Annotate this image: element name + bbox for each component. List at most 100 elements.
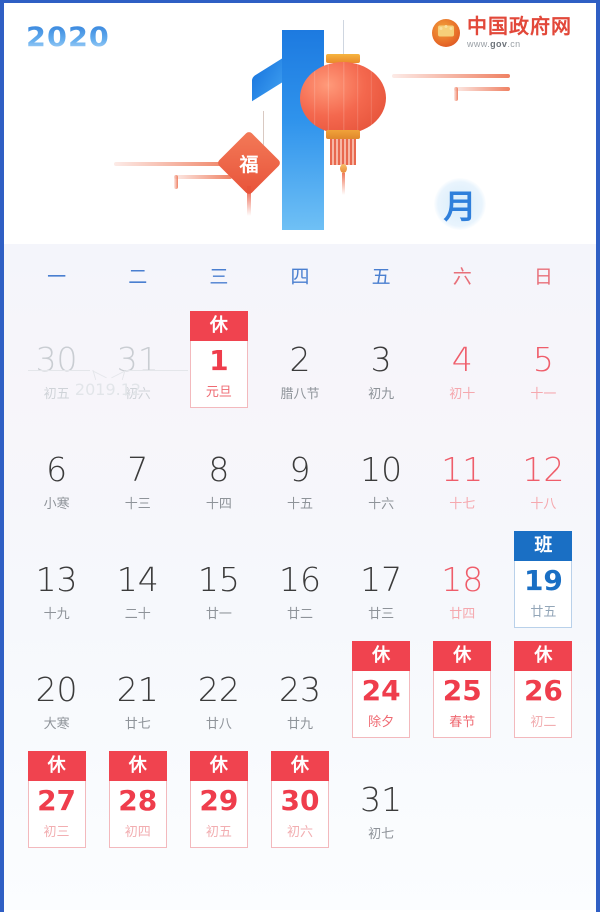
calendar-cell[interactable]: 休 30 初六 <box>259 744 340 854</box>
day-box-body: 26 初二 <box>514 671 573 738</box>
lunar-label: 腊八节 <box>280 387 320 402</box>
calendar-cell[interactable]: 31 初七 <box>341 744 422 854</box>
day-number: 17 <box>360 560 403 599</box>
lunar-label: 初三 <box>43 825 70 840</box>
lunar-label: 廿八 <box>205 717 232 732</box>
calendar-cell[interactable]: 21 廿七 <box>97 634 178 744</box>
day-number: 27 <box>37 784 77 817</box>
day-number: 11 <box>441 450 484 489</box>
month-label: 月 <box>443 187 477 226</box>
calendar-cell[interactable]: 13 十九 <box>16 524 97 634</box>
lunar-label: 十五 <box>286 497 313 512</box>
gov-url-bold: gov <box>490 39 508 49</box>
calendar-cell[interactable]: 休 29 初五 <box>178 744 259 854</box>
lunar-label: 初十 <box>449 387 476 402</box>
fu-charm-label: 福 <box>239 153 259 176</box>
month-label-badge: 月 <box>434 178 486 230</box>
day-number: 2 <box>289 340 311 379</box>
calendar-cell[interactable]: 16 廿二 <box>259 524 340 634</box>
rest-day-box: 休 27 初三 <box>27 751 86 848</box>
calendar-cell[interactable]: 休 24 除夕 <box>341 634 422 744</box>
calendar-cell-empty <box>503 744 584 854</box>
day-number: 7 <box>127 450 149 489</box>
lunar-label: 春节 <box>449 715 476 730</box>
weekday-header-row: 一二三四五六日 <box>4 246 596 304</box>
calendar-cell[interactable]: 20 大寒 <box>16 634 97 744</box>
weekday-header-6: 日 <box>533 265 553 288</box>
lunar-label: 二十 <box>124 607 151 622</box>
day-number: 5 <box>532 340 554 379</box>
rest-badge: 休 <box>189 311 248 341</box>
calendar-cell[interactable]: 9 十五 <box>259 414 340 524</box>
rest-day-box: 休 29 初五 <box>189 751 248 848</box>
day-number: 21 <box>116 670 159 709</box>
day-number: 14 <box>116 560 159 599</box>
calendar-cell[interactable]: 4 初十 <box>422 304 503 414</box>
calendar-cell[interactable]: 31 初六 <box>97 304 178 414</box>
weekday-header-2: 三 <box>209 265 229 288</box>
day-number: 30 <box>280 784 320 817</box>
cloud-motif-left <box>114 162 232 189</box>
lunar-label: 初六 <box>124 387 151 402</box>
calendar-cell[interactable]: 班 19 廿五 <box>503 524 584 634</box>
calendar-cell[interactable]: 休 1 元旦 <box>178 304 259 414</box>
rest-badge: 休 <box>108 751 167 781</box>
gov-logo[interactable]: 中国政府网 www.gov.cn <box>432 16 572 49</box>
lunar-label: 十三 <box>124 497 151 512</box>
calendar-cell[interactable]: 6 小寒 <box>16 414 97 524</box>
day-number: 9 <box>289 450 311 489</box>
calendar-body: 一二三四五六日 30 初五 31 初六休 1 元旦 2 腊八节 3 初九 4 初十 5 十一 6 小寒 7 十三 8… <box>4 244 596 910</box>
calendar-cell[interactable]: 7 十三 <box>97 414 178 524</box>
rest-badge: 休 <box>433 641 492 671</box>
calendar-cell[interactable]: 18 廿四 <box>422 524 503 634</box>
calendar-cell[interactable]: 14 二十 <box>97 524 178 634</box>
calendar-cell[interactable]: 休 25 春节 <box>422 634 503 744</box>
day-number: 29 <box>199 784 239 817</box>
weekday-header-3: 四 <box>290 265 310 288</box>
calendar-cell[interactable]: 8 十四 <box>178 414 259 524</box>
weekday-header-0: 一 <box>47 265 67 288</box>
calendar-cell[interactable]: 12 十八 <box>503 414 584 524</box>
calendar-cell[interactable]: 2 腊八节 <box>259 304 340 414</box>
lantern-icon <box>300 20 386 195</box>
lunar-label: 廿三 <box>368 607 395 622</box>
day-number: 31 <box>360 780 403 819</box>
lantern-bead <box>340 164 347 173</box>
day-number: 30 <box>35 340 78 379</box>
calendar-cell[interactable]: 10 十六 <box>341 414 422 524</box>
lunar-label: 十四 <box>205 497 232 512</box>
calendar-page: 2020 中国政府网 www.gov.cn 福 月 一 二 三 四 五 六 日 … <box>0 0 600 912</box>
rest-day-box: 休 1 元旦 <box>189 311 248 408</box>
lunar-label: 初九 <box>368 387 395 402</box>
lunar-label: 初二 <box>530 715 557 730</box>
calendar-cell[interactable]: 23 廿九 <box>259 634 340 744</box>
gov-url-suffix: .cn <box>507 39 521 49</box>
lantern-ribs <box>300 62 386 134</box>
day-number: 31 <box>116 340 159 379</box>
lunar-label: 除夕 <box>368 715 395 730</box>
calendar-cell[interactable]: 休 26 初二 <box>503 634 584 744</box>
calendar-cell[interactable]: 11 十七 <box>422 414 503 524</box>
rest-badge: 休 <box>270 751 329 781</box>
day-number: 10 <box>360 450 403 489</box>
calendar-cell[interactable]: 3 初九 <box>341 304 422 414</box>
calendar-cell[interactable]: 22 廿八 <box>178 634 259 744</box>
fu-charm-tassel <box>247 186 251 216</box>
lunar-label: 廿五 <box>530 605 557 620</box>
calendar-cell[interactable]: 30 初五 <box>16 304 97 414</box>
weekday-header-4: 五 <box>371 265 391 288</box>
day-number: 19 <box>523 564 563 597</box>
gov-url-prefix: www. <box>467 39 491 49</box>
day-number: 8 <box>208 450 230 489</box>
calendar-cell[interactable]: 17 廿三 <box>341 524 422 634</box>
calendar-cell[interactable]: 休 28 初四 <box>97 744 178 854</box>
calendar-cell[interactable]: 15 廿一 <box>178 524 259 634</box>
day-number: 12 <box>522 450 565 489</box>
day-number: 24 <box>361 674 401 707</box>
rest-badge: 休 <box>352 641 411 671</box>
day-number: 26 <box>523 674 563 707</box>
cloud-motif-right <box>392 74 510 101</box>
day-number: 25 <box>442 674 482 707</box>
calendar-cell[interactable]: 休 27 初三 <box>16 744 97 854</box>
calendar-cell[interactable]: 5 十一 <box>503 304 584 414</box>
